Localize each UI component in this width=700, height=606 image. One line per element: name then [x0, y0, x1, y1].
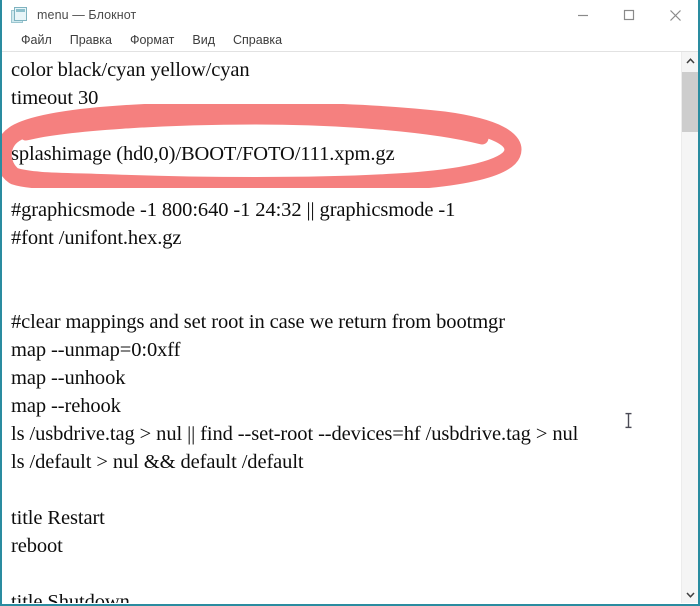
- text-line-blank: [11, 168, 681, 196]
- text-line: map --rehook: [11, 395, 121, 417]
- maximize-icon: [623, 9, 635, 21]
- text-line: map --unhook: [11, 367, 126, 389]
- text-line: color black/cyan yellow/cyan: [11, 59, 250, 81]
- text-line: #graphicsmode -1 800:640 -1 24:32 || gra…: [11, 199, 456, 221]
- text-line-blank: [11, 112, 681, 140]
- menu-item-format[interactable]: Формат: [121, 32, 183, 49]
- text-line: reboot: [11, 535, 63, 557]
- text-line: timeout 30: [11, 87, 99, 109]
- text-line: title Restart: [11, 507, 105, 529]
- minimize-button[interactable]: [560, 0, 606, 30]
- menu-item-edit[interactable]: Правка: [61, 32, 121, 49]
- scrollbar-down-button[interactable]: [682, 586, 698, 603]
- close-button[interactable]: [652, 0, 698, 30]
- maximize-button[interactable]: [606, 0, 652, 30]
- chevron-up-icon: [685, 57, 695, 64]
- text-line: map --unmap=0:0xff: [11, 339, 181, 361]
- menu-item-file[interactable]: Файл: [12, 32, 61, 49]
- scrollbar-up-button[interactable]: [682, 52, 698, 69]
- title-bar[interactable]: menu — Блокнот: [2, 0, 698, 30]
- text-line: #font /unifont.hex.gz: [11, 227, 182, 249]
- text-line: splashimage (hd0,0)/BOOT/FOTO/111.xpm.gz: [11, 143, 395, 165]
- notepad-window: menu — Блокнот Файл Правка Формат Вид Сп…: [0, 0, 700, 606]
- text-line: ls /default > nul && default /default: [11, 451, 304, 473]
- window-controls: [560, 0, 698, 30]
- scrollbar-thumb[interactable]: [682, 72, 698, 132]
- text-editor[interactable]: color black/cyan yellow/cyan timeout 30 …: [2, 52, 681, 603]
- vertical-scrollbar[interactable]: [681, 52, 698, 603]
- menu-item-view[interactable]: Вид: [183, 32, 224, 49]
- text-line-blank: [11, 252, 681, 280]
- menu-item-help[interactable]: Справка: [224, 32, 291, 49]
- window-title: menu — Блокнот: [37, 8, 137, 22]
- text-line-blank: [11, 560, 681, 588]
- chevron-down-icon: [685, 591, 695, 598]
- text-line: ls /usbdrive.tag > nul || find --set-roo…: [11, 423, 579, 445]
- minimize-icon: [578, 14, 588, 17]
- text-line-blank: [11, 280, 681, 308]
- menu-bar: Файл Правка Формат Вид Справка: [2, 30, 698, 51]
- scrollbar-track[interactable]: [682, 69, 698, 586]
- close-icon: [669, 9, 681, 21]
- editor-area: color black/cyan yellow/cyan timeout 30 …: [2, 51, 698, 603]
- text-line-blank: [11, 476, 681, 504]
- text-line: #clear mappings and set root in case we …: [11, 311, 505, 333]
- notepad-document-icon: [11, 6, 28, 24]
- text-line: title Shutdown: [11, 591, 130, 603]
